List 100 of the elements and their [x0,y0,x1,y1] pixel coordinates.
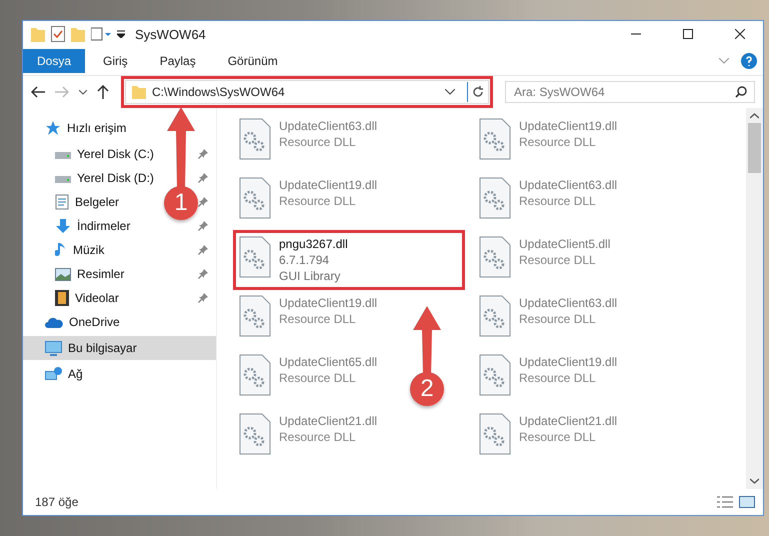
nav-item-label: Ağ [68,367,83,381]
file-name: UpdateClient19.dll [519,118,618,134]
file-type: Resource DLL [279,193,357,209]
file-tile[interactable]: UpdateClient21.dll Resource DLL [235,409,382,459]
file-type: Resource DLL [519,252,597,268]
nav-item[interactable]: Hızlı erişim [45,120,126,136]
gear-file-icon [239,413,271,455]
view-options-icon[interactable] [91,27,111,41]
address-path: C:\Windows\SysWOW64 [152,85,286,99]
file-type: GUI Library [279,268,342,284]
file-name: UpdateClient5.dll [519,236,610,252]
pin-icon[interactable] [198,245,208,255]
ribbon-tab[interactable]: Paylaş [146,49,210,73]
file-tile[interactable]: UpdateClient63.dll Resource DLL [475,291,622,341]
pin-icon[interactable] [198,173,208,183]
music-note-icon [55,242,67,258]
cloud-icon [45,316,63,328]
nav-item[interactable]: Resimler [55,267,124,281]
pin-icon[interactable] [198,197,208,207]
file-name: UpdateClient63.dll [519,177,618,193]
file-version: 6.7.1.794 [279,252,330,268]
file-tile[interactable]: UpdateClient63.dll Resource DLL [235,114,382,164]
gear-file-icon [479,295,511,337]
file-type: Resource DLL [279,370,357,386]
file-type: Resource DLL [279,134,357,150]
chevron-down-icon[interactable] [79,90,87,94]
nav-item-label: Hızlı erişim [67,121,126,135]
ribbon-tab[interactable]: Görünüm [214,49,292,73]
folder-icon [132,85,146,99]
nav-item-label: Yerel Disk (C:) [77,147,154,161]
file-type: Resource DLL [279,429,357,445]
star-icon [45,120,61,136]
search-icon[interactable] [735,86,747,98]
monitor-icon [45,340,62,356]
nav-item[interactable]: Videolar [55,290,119,306]
pin-icon[interactable] [198,269,208,279]
up-arrow-icon[interactable] [97,85,109,99]
gear-file-icon [239,118,271,160]
nav-item[interactable]: Bu bilgisayar [45,340,137,356]
gear-file-icon [479,177,511,219]
nav-item-label: Resimler [77,267,124,281]
file-type: Resource DLL [519,429,597,445]
file-name: UpdateClient65.dll [279,354,378,370]
picture-icon [55,268,71,280]
back-arrow-icon[interactable] [31,86,45,98]
search-field[interactable]: Ara: SysWOW64 [505,81,755,103]
pin-icon[interactable] [198,293,208,303]
scrollbar-thumb[interactable] [748,123,761,173]
chevron-down-icon[interactable] [750,478,759,484]
nav-item[interactable]: Yerel Disk (C:) [55,147,154,161]
film-icon [55,290,69,306]
scrollbar[interactable] [746,108,763,489]
maximize-icon [683,29,693,39]
file-name: UpdateClient63.dll [279,118,378,134]
pin-icon[interactable] [198,149,208,159]
file-name: UpdateClient19.dll [279,295,378,311]
file-name: UpdateClient63.dll [519,295,618,311]
nav-item[interactable]: Müzik [55,242,104,258]
dropdown-caret-icon[interactable] [117,30,125,38]
pin-icon[interactable] [198,221,208,231]
file-tile[interactable]: UpdateClient21.dll Resource DLL [475,409,622,459]
ribbon-tab[interactable]: Giriş [89,49,142,73]
file-tile[interactable]: UpdateClient19.dll Resource DLL [235,291,382,341]
large-icons-view-icon[interactable] [739,496,755,508]
gear-file-icon [479,413,511,455]
nav-item[interactable]: Yerel Disk (D:) [55,171,154,185]
file-tile[interactable]: UpdateClient63.dll Resource DLL [475,173,622,223]
file-tile[interactable]: UpdateClient19.dll Resource DLL [235,173,382,223]
nav-item-label: OneDrive [69,315,120,329]
nav-item-label: Müzik [73,243,104,257]
download-icon [55,218,71,234]
file-tile[interactable]: UpdateClient19.dll Resource DLL [475,350,622,400]
nav-item-label: Belgeler [75,195,120,209]
nav-item-label: Videolar [75,291,119,305]
file-name: UpdateClient19.dll [279,177,378,193]
file-tile[interactable]: pngu3267.dll 6.7.1.794 GUI Library [235,232,463,288]
item-count: 187 öğe [35,495,80,509]
properties-icon[interactable] [51,26,65,42]
nav-item[interactable]: OneDrive [45,315,120,329]
details-view-icon[interactable] [717,496,733,508]
window-title: SysWOW64 [135,26,207,42]
nav-item[interactable]: Ağ [45,366,83,382]
nav-item-label: İndirmeler [77,219,130,233]
file-type: Resource DLL [519,193,597,209]
file-tile[interactable]: UpdateClient65.dll Resource DLL [235,350,382,400]
gear-file-icon [239,177,271,219]
nav-item[interactable]: Belgeler [55,194,120,210]
help-icon[interactable] [741,53,757,69]
ribbon-tab[interactable]: Dosya [23,49,86,73]
chevron-up-icon[interactable] [750,113,759,119]
file-tile[interactable]: UpdateClient5.dll Resource DLL [475,232,614,282]
nav-item-label: Yerel Disk (D:) [77,171,154,185]
gear-file-icon [479,236,511,278]
file-name: UpdateClient21.dll [519,413,618,429]
chevron-down-icon[interactable] [445,89,455,95]
file-tile[interactable]: UpdateClient19.dll Resource DLL [475,114,622,164]
document-icon [55,194,69,210]
file-type: Resource DLL [519,311,597,327]
nav-item[interactable]: İndirmeler [55,218,130,234]
file-type: Resource DLL [519,134,597,150]
